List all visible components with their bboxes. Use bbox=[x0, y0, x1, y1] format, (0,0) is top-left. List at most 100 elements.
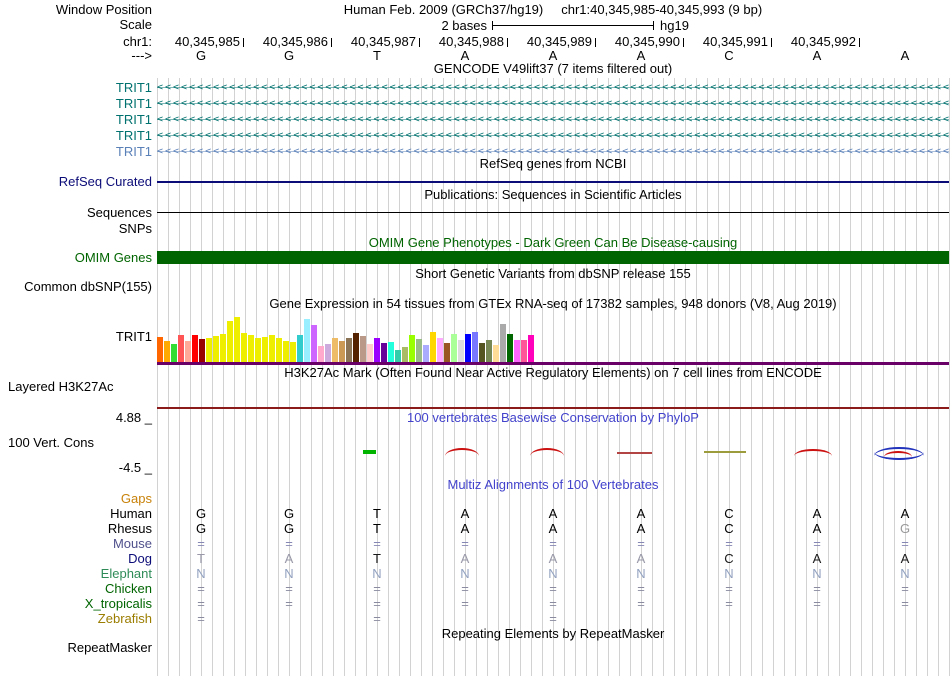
gencode-item-label[interactable]: TRIT1 bbox=[0, 113, 152, 127]
snps-track-label[interactable]: SNPs bbox=[0, 222, 152, 236]
multiz-species-label[interactable]: Elephant bbox=[0, 567, 152, 581]
gtex-expression-bar[interactable] bbox=[171, 344, 177, 362]
alignment-base: = bbox=[373, 596, 381, 611]
gtex-expression-bar[interactable] bbox=[283, 341, 289, 362]
gtex-expression-bar[interactable] bbox=[423, 345, 429, 362]
gtex-expression-bar[interactable] bbox=[430, 332, 436, 362]
gtex-expression-bar[interactable] bbox=[472, 332, 478, 362]
gtex-expression-bar[interactable] bbox=[262, 337, 268, 362]
gtex-expression-bar[interactable] bbox=[409, 335, 415, 362]
gencode-item-label[interactable]: TRIT1 bbox=[0, 145, 152, 159]
coordinate-tick bbox=[419, 38, 420, 47]
alignment-base: N bbox=[636, 566, 646, 581]
gtex-expression-bar[interactable] bbox=[227, 321, 233, 362]
multiz-species-label[interactable]: Human bbox=[0, 507, 152, 521]
gencode-transcript-row[interactable]: <<<<<<<<<<<<<<<<<<<<<<<<<<<<<<<<<<<<<<<<… bbox=[157, 128, 949, 143]
gtex-expression-bar[interactable] bbox=[304, 319, 310, 362]
gtex-expression-bar[interactable] bbox=[220, 334, 226, 362]
gtex-expression-bar[interactable] bbox=[318, 346, 324, 362]
gtex-expression-bar[interactable] bbox=[444, 343, 450, 362]
gtex-expression-bar[interactable] bbox=[248, 335, 254, 362]
gtex-expression-bar[interactable] bbox=[416, 339, 422, 362]
gtex-expression-bar[interactable] bbox=[451, 334, 457, 362]
gtex-expression-bar[interactable] bbox=[402, 347, 408, 362]
omim-genes-bar[interactable] bbox=[157, 251, 949, 264]
gtex-expression-bar[interactable] bbox=[521, 340, 527, 362]
multiz-species-label[interactable]: Chicken bbox=[0, 582, 152, 596]
gtex-expression-bar[interactable] bbox=[353, 333, 359, 362]
gtex-expression-bar[interactable] bbox=[493, 345, 499, 362]
gtex-expression-bar[interactable] bbox=[346, 338, 352, 362]
gencode-item-label[interactable]: TRIT1 bbox=[0, 129, 152, 143]
gencode-transcript-row[interactable]: <<<<<<<<<<<<<<<<<<<<<<<<<<<<<<<<<<<<<<<<… bbox=[157, 112, 949, 127]
gtex-expression-bar[interactable] bbox=[192, 335, 198, 362]
dbsnp-track-label[interactable]: Common dbSNP(155) bbox=[0, 280, 152, 294]
gtex-expression-bar[interactable] bbox=[374, 338, 380, 362]
gtex-expression-bar[interactable] bbox=[234, 317, 240, 362]
omim-track-label[interactable]: OMIM Genes bbox=[0, 251, 152, 265]
h3k27ac-signal-line[interactable] bbox=[157, 407, 949, 409]
gtex-expression-bar[interactable] bbox=[367, 344, 373, 362]
gtex-expression-bar[interactable] bbox=[241, 333, 247, 362]
coordinate-tick bbox=[595, 38, 596, 47]
gtex-expression-bar[interactable] bbox=[178, 335, 184, 362]
gtex-expression-bar[interactable] bbox=[465, 334, 471, 362]
refseq-track-line[interactable] bbox=[157, 181, 949, 183]
gtex-expression-bar[interactable] bbox=[458, 340, 464, 362]
conservation-track-label[interactable]: 100 Vert. Cons bbox=[8, 436, 94, 450]
gencode-item-label[interactable]: TRIT1 bbox=[0, 81, 152, 95]
gtex-expression-bar[interactable] bbox=[507, 334, 513, 362]
coordinate-label: 40,345,987 bbox=[350, 34, 416, 49]
gtex-expression-bar[interactable] bbox=[437, 338, 443, 362]
gtex-expression-bar[interactable] bbox=[514, 340, 520, 362]
position-range: chr1:40,345,985-40,345,993 (9 bp) bbox=[561, 2, 763, 17]
gtex-expression-bar[interactable] bbox=[500, 324, 506, 362]
gtex-expression-bar[interactable] bbox=[199, 339, 205, 362]
sequences-track-line[interactable] bbox=[157, 212, 949, 213]
gtex-expression-bar[interactable] bbox=[332, 338, 338, 362]
gtex-expression-bar[interactable] bbox=[185, 341, 191, 362]
gtex-expression-bar[interactable] bbox=[213, 336, 219, 362]
gtex-expression-bar[interactable] bbox=[325, 344, 331, 362]
multiz-species-label[interactable]: X_tropicalis bbox=[0, 597, 152, 611]
gtex-expression-bar[interactable] bbox=[276, 338, 282, 362]
gtex-expression-bar[interactable] bbox=[206, 338, 212, 362]
multiz-species-label[interactable]: Mouse bbox=[0, 537, 152, 551]
multiz-species-label[interactable]: Dog bbox=[0, 552, 152, 566]
gtex-expression-bar[interactable] bbox=[395, 350, 401, 362]
alignment-base: N bbox=[460, 566, 470, 581]
gtex-expression-bar[interactable] bbox=[486, 340, 492, 362]
gtex-expression-bar[interactable] bbox=[297, 335, 303, 362]
gtex-expression-bar[interactable] bbox=[528, 335, 534, 362]
gtex-expression-bar[interactable] bbox=[255, 338, 261, 362]
gtex-expression-bar[interactable] bbox=[339, 341, 345, 362]
repeatmasker-track-label[interactable]: RepeatMasker bbox=[0, 641, 152, 655]
refseq-track-label[interactable]: RefSeq Curated bbox=[0, 175, 152, 189]
gtex-track-label[interactable]: TRIT1 bbox=[0, 330, 152, 344]
multiz-species-label[interactable]: Rhesus bbox=[0, 522, 152, 536]
multiz-species-label[interactable]: Zebrafish bbox=[0, 612, 152, 626]
h3k27ac-track-label[interactable]: Layered H3K27Ac bbox=[8, 380, 114, 394]
alignment-base: C bbox=[724, 521, 734, 536]
alignment-base: A bbox=[460, 506, 470, 521]
multiz-species-label[interactable]: Gaps bbox=[0, 492, 152, 506]
alignment-base: = bbox=[549, 596, 557, 611]
gtex-expression-bar[interactable] bbox=[381, 343, 387, 362]
gencode-transcript-row[interactable]: <<<<<<<<<<<<<<<<<<<<<<<<<<<<<<<<<<<<<<<<… bbox=[157, 144, 949, 159]
gtex-expression-bar[interactable] bbox=[290, 342, 296, 362]
gtex-expression-bar[interactable] bbox=[311, 325, 317, 362]
gtex-expression-bar[interactable] bbox=[360, 336, 366, 362]
gtex-expression-bar[interactable] bbox=[164, 341, 170, 362]
window-position-label: Window Position bbox=[55, 2, 152, 17]
gtex-expression-bar[interactable] bbox=[479, 343, 485, 362]
gencode-transcript-row[interactable]: <<<<<<<<<<<<<<<<<<<<<<<<<<<<<<<<<<<<<<<<… bbox=[157, 80, 949, 95]
gtex-expression-bar[interactable] bbox=[157, 337, 163, 362]
gtex-expression-bar[interactable] bbox=[269, 335, 275, 362]
gencode-transcript-row[interactable]: <<<<<<<<<<<<<<<<<<<<<<<<<<<<<<<<<<<<<<<<… bbox=[157, 96, 949, 111]
sequences-track-label[interactable]: Sequences bbox=[0, 206, 152, 220]
gencode-item-label[interactable]: TRIT1 bbox=[0, 97, 152, 111]
alignment-base: N bbox=[548, 566, 558, 581]
gtex-expression-bar[interactable] bbox=[388, 342, 394, 362]
alignment-base: = bbox=[373, 611, 381, 626]
alignment-base: = bbox=[725, 536, 733, 551]
